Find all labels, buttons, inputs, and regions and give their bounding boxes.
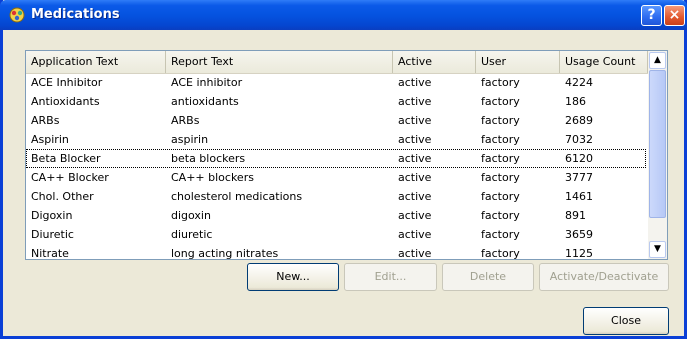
close-button[interactable]: Close — [583, 307, 669, 335]
table-row[interactable]: Aspirin aspirin active factory 7032 — [26, 130, 646, 149]
table-cell: CA++ Blocker — [31, 171, 109, 184]
table-cell: 1461 — [565, 190, 593, 203]
medications-app-icon — [9, 7, 25, 23]
table-cell: active — [398, 247, 432, 260]
table-cell: factory — [481, 190, 520, 203]
table-cell: factory — [481, 133, 520, 146]
scroll-down-button[interactable]: ▼ — [649, 241, 666, 258]
table-cell: active — [398, 171, 432, 184]
delete-button[interactable]: Delete — [442, 263, 534, 291]
table-cell: long acting nitrates — [171, 247, 279, 260]
table-row[interactable]: Chol. Other cholesterol medications active… — [26, 187, 646, 206]
column-header-usage-count[interactable]: Usage Count — [560, 51, 648, 73]
column-header-application-text[interactable]: Application Text — [26, 51, 166, 73]
table-cell: Chol. Other — [31, 190, 94, 203]
edit-button[interactable]: Edit... — [344, 263, 437, 291]
table-cell: 7032 — [565, 133, 593, 146]
table-row[interactable]: Nitrate long acting nitrates active factory… — [26, 244, 646, 260]
table-cell: active — [398, 190, 432, 203]
table-cell: digoxin — [171, 209, 211, 222]
table-cell: 6120 — [565, 152, 593, 165]
table-cell: Diuretic — [31, 228, 74, 241]
table-cell: active — [398, 114, 432, 127]
table-cell: antioxidants — [171, 95, 239, 108]
table-cell: ACE inhibitor — [171, 76, 243, 89]
table-cell: beta blockers — [171, 152, 246, 165]
scroll-up-icon: ▲ — [654, 55, 661, 65]
table-cell: cholesterol medications — [171, 190, 303, 203]
table-cell: Aspirin — [31, 133, 69, 146]
table-cell: active — [398, 133, 432, 146]
activate-deactivate-button[interactable]: Activate/Deactivate — [539, 263, 669, 291]
table-cell: Digoxin — [31, 209, 73, 222]
table-cell: factory — [481, 76, 520, 89]
table-cell: factory — [481, 247, 520, 260]
table-row[interactable]: ARBs ARBs active factory 2689 — [26, 111, 646, 130]
table-cell: 1125 — [565, 247, 593, 260]
column-header-report-text[interactable]: Report Text — [166, 51, 393, 73]
table-cell: factory — [481, 152, 520, 165]
table-cell: 2689 — [565, 114, 593, 127]
table-row[interactable]: ACE Inhibitor ACE inhibitor active factory 4… — [26, 73, 646, 92]
table-cell: 4224 — [565, 76, 593, 89]
table-cell: ACE Inhibitor — [31, 76, 103, 89]
table-cell: factory — [481, 228, 520, 241]
table-cell: active — [398, 76, 432, 89]
scroll-down-icon: ▼ — [654, 244, 661, 254]
medications-dialog: Medications ? × Application Text Report … — [0, 0, 687, 339]
table-cell: active — [398, 152, 432, 165]
help-icon: ? — [647, 7, 656, 23]
table-cell: active — [398, 209, 432, 222]
table-cell: active — [398, 95, 432, 108]
table-cell: Beta Blocker — [31, 152, 101, 165]
table-row[interactable]: CA++ Blocker CA++ blockers active factory 37… — [26, 168, 646, 187]
table-cell: factory — [481, 209, 520, 222]
table-cell: 891 — [565, 209, 586, 222]
table-cell: Nitrate — [31, 247, 69, 260]
table-row[interactable]: Digoxin digoxin active factory 891 — [26, 206, 646, 225]
table-row[interactable]: Beta Blocker beta blockers active factory 61… — [26, 149, 646, 168]
scroll-thumb[interactable] — [649, 70, 666, 218]
table-row[interactable]: Antioxidants antioxidants active factory 186 — [26, 92, 646, 111]
table-cell: 3777 — [565, 171, 593, 184]
table-cell: factory — [481, 95, 520, 108]
close-icon: × — [668, 7, 681, 23]
table-cell: factory — [481, 114, 520, 127]
table-cell: factory — [481, 171, 520, 184]
table-cell: diuretic — [171, 228, 213, 241]
table-cell: aspirin — [171, 133, 209, 146]
column-header-user[interactable]: User — [476, 51, 560, 73]
medications-list[interactable]: Application Text Report Text Active User… — [25, 50, 668, 260]
column-header-active[interactable]: Active — [393, 51, 476, 73]
help-button[interactable]: ? — [641, 5, 662, 26]
title-bar[interactable]: Medications ? × — [0, 0, 687, 30]
table-row[interactable]: Diuretic diuretic active factory 3659 — [26, 225, 646, 244]
window-title: Medications — [31, 7, 120, 22]
window-close-button[interactable]: × — [664, 5, 685, 26]
list-header: Application Text Report Text Active User… — [26, 51, 648, 74]
table-cell: 186 — [565, 95, 586, 108]
new-button[interactable]: New... — [247, 263, 339, 291]
table-cell: Antioxidants — [31, 95, 100, 108]
table-cell: active — [398, 228, 432, 241]
table-cell: ARBs — [171, 114, 200, 127]
scroll-up-button[interactable]: ▲ — [649, 52, 666, 69]
table-cell: ARBs — [31, 114, 60, 127]
table-cell: CA++ blockers — [171, 171, 254, 184]
vertical-scrollbar[interactable]: ▲ ▼ — [648, 51, 667, 259]
table-cell: 3659 — [565, 228, 593, 241]
